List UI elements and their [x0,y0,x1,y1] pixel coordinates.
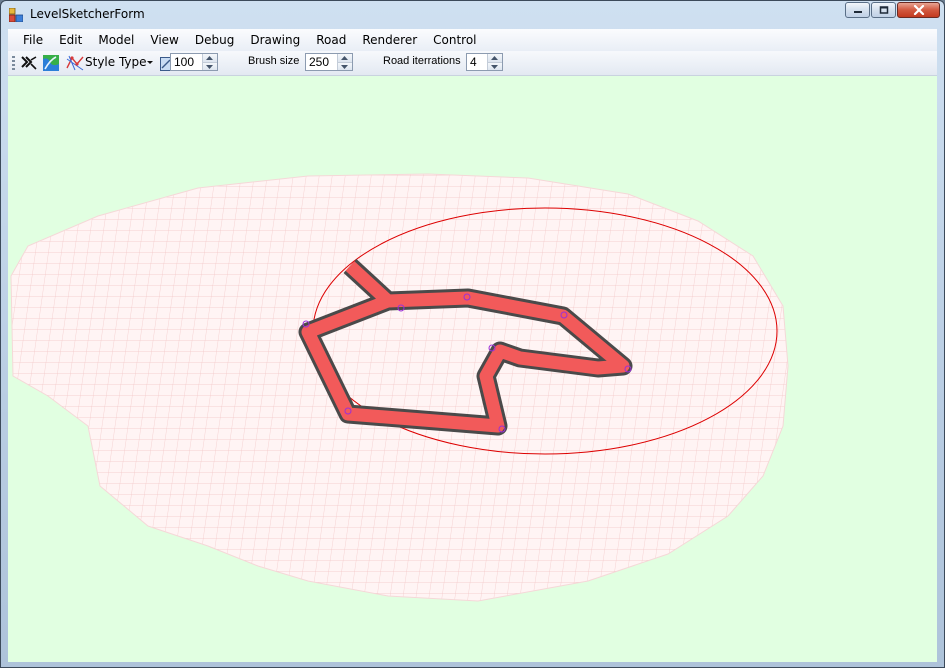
app-icon [9,8,23,22]
brush-size-stepper[interactable]: 250 [305,53,353,71]
road-iterations-stepper[interactable]: 4 [466,53,503,71]
menu-model[interactable]: Model [90,29,142,51]
select-tool-icon[interactable] [20,54,38,72]
brush-size-down-button[interactable] [338,61,352,70]
menu-file[interactable]: File [15,29,51,51]
brush-size-stepper-arrows [337,54,352,70]
menu-drawing[interactable]: Drawing [242,29,308,51]
road-iterations-stepper-arrows [487,54,502,70]
3d-viewport[interactable] [8,76,937,662]
arrow-down-icon [341,64,348,69]
arrow-down-icon [206,64,213,69]
close-icon [913,5,924,15]
style-type-dropdown-icon[interactable] [146,60,154,66]
arrow-up-icon [341,56,348,60]
main-window: LevelSketcherForm File Edit Model View D… [0,0,945,668]
scene-canvas[interactable] [8,76,937,662]
maximize-button[interactable] [871,2,896,18]
menu-debug[interactable]: Debug [187,29,242,51]
arrow-up-icon [206,56,213,60]
menu-road[interactable]: Road [308,29,354,51]
terrain-mesh [10,173,789,602]
arrow-down-icon [491,64,498,69]
title-bar[interactable]: LevelSketcherForm [1,1,944,28]
menu-control[interactable]: Control [425,29,484,51]
minimize-icon [853,11,862,13]
style-type-icon[interactable] [65,54,85,72]
road-iterations-label: Road iterrations [383,55,461,67]
brush-size-label: Brush size [248,55,300,67]
window-title: LevelSketcherForm [30,7,145,21]
toolbar: Style Type 100 Brush size 250 Road iterr… [8,51,937,76]
arrow-up-icon [491,56,498,60]
road-iterations-up-button[interactable] [488,54,502,62]
brush-size-value[interactable]: 250 [306,54,337,70]
zoom-stepper-arrows [202,54,217,70]
menu-renderer[interactable]: Renderer [354,29,425,51]
minimize-button[interactable] [845,2,870,18]
menu-view[interactable]: View [142,29,186,51]
road-iterations-value[interactable]: 4 [467,54,487,70]
style-type-label[interactable]: Style Type [85,55,147,69]
close-button[interactable] [897,2,940,18]
toolbar-grip[interactable] [12,56,15,70]
road-iterations-down-button[interactable] [488,61,502,70]
brush-size-up-button[interactable] [338,54,352,62]
terrain-brush-icon[interactable] [42,54,60,72]
zoom-value[interactable]: 100 [171,54,202,70]
zoom-stepper[interactable]: 100 [170,53,218,71]
zoom-up-button[interactable] [203,54,217,62]
zoom-down-button[interactable] [203,61,217,70]
caption-buttons [844,2,940,20]
menu-edit[interactable]: Edit [51,29,90,51]
maximize-icon [879,6,888,14]
menu-bar: File Edit Model View Debug Drawing Road … [8,29,937,51]
